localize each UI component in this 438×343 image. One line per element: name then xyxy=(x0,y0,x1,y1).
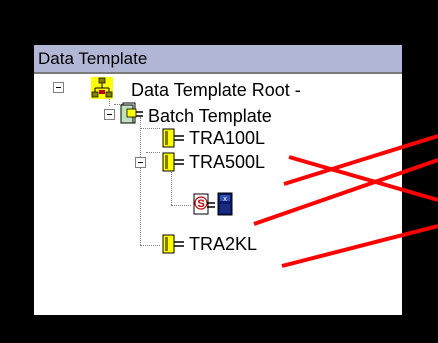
tree-node-root-label[interactable]: Data Template Root - xyxy=(131,79,301,101)
svg-text:S: S xyxy=(197,198,204,210)
blue-chip-icon: x xyxy=(217,192,233,216)
root-collapse-toggle[interactable] xyxy=(53,82,64,93)
tree-node-tra2kl-label[interactable]: TRA2KL xyxy=(189,233,257,255)
data-template-panel: Data Template Data Template Root - Batch… xyxy=(34,45,402,315)
template-tree[interactable]: Data Template Root - Batch Template TRA1… xyxy=(34,74,402,315)
batch-collapse-toggle[interactable] xyxy=(104,109,115,120)
tree-node-tra100l-label[interactable]: TRA100L xyxy=(189,127,265,149)
panel-title: Data Template xyxy=(34,45,402,72)
tree-node-tra500l-label[interactable]: TRA500L xyxy=(189,151,265,173)
svg-text:x: x xyxy=(223,196,227,203)
tree-connector xyxy=(146,152,160,154)
tree-connector xyxy=(171,205,191,207)
batch-template-icon xyxy=(120,102,143,124)
tree-connector xyxy=(140,245,160,247)
tree-connector xyxy=(140,117,142,245)
script-icon: S xyxy=(193,193,215,215)
tank-icon xyxy=(162,152,184,172)
tree-connector xyxy=(109,98,111,106)
tank-icon xyxy=(162,128,184,148)
tra500l-collapse-toggle[interactable] xyxy=(135,157,146,168)
tree-node-batch-label[interactable]: Batch Template xyxy=(148,105,272,127)
tree-connector xyxy=(140,128,160,130)
network-icon xyxy=(91,77,113,99)
tank-icon xyxy=(162,234,184,254)
